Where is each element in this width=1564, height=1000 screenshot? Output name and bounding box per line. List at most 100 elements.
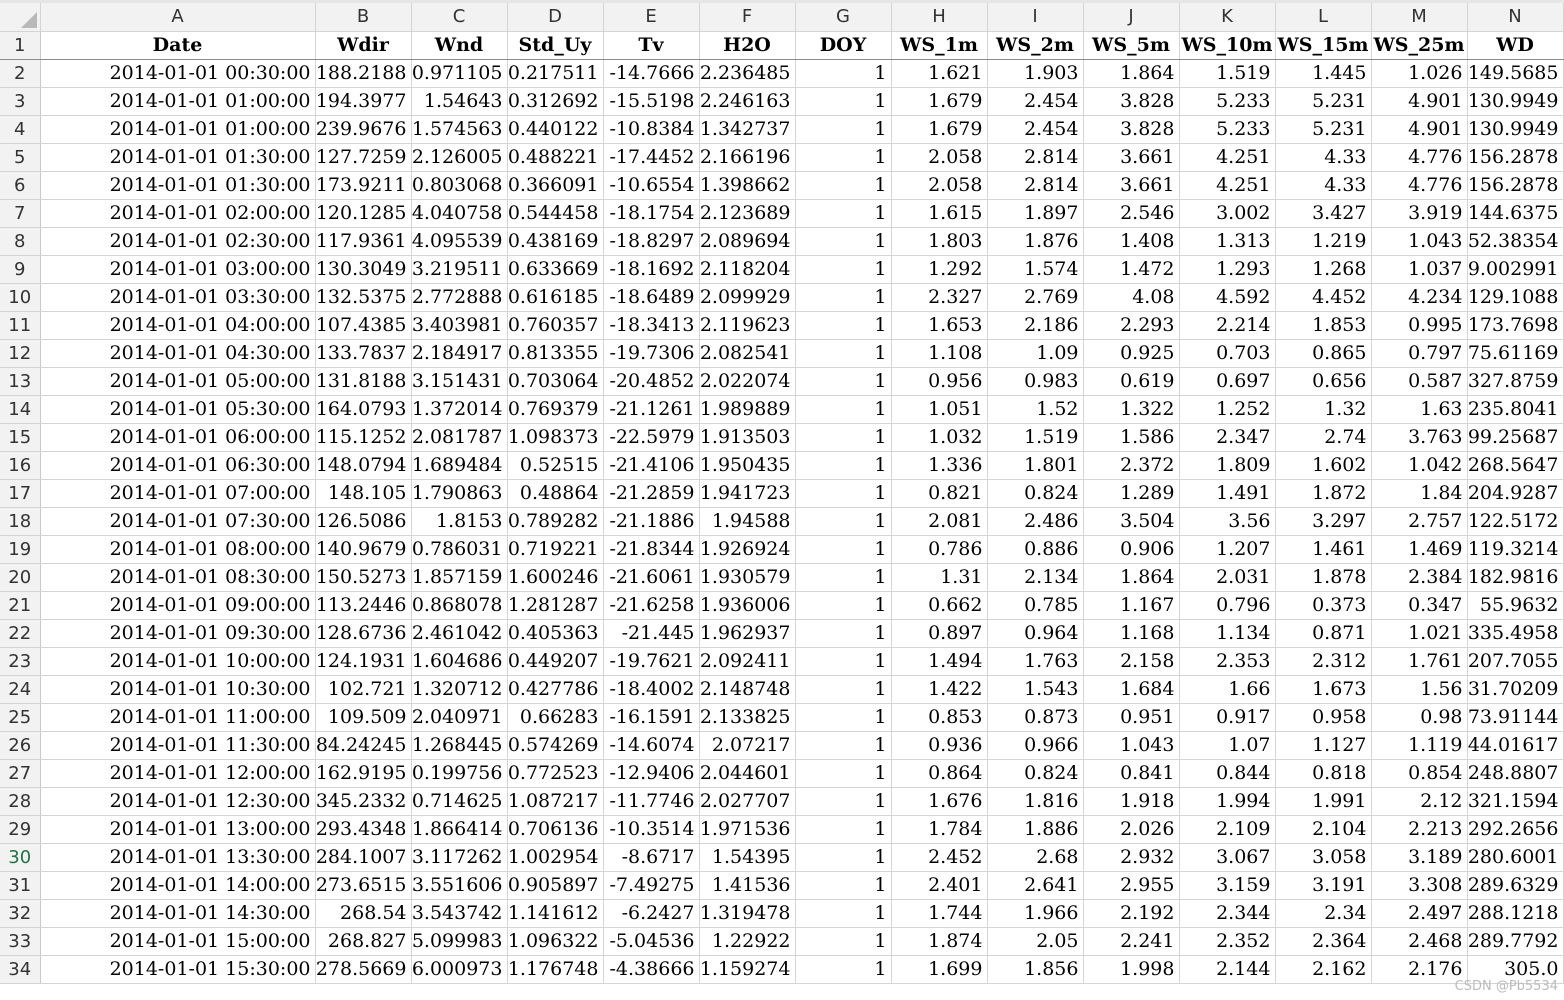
data-cell[interactable]: 0.864 <box>891 759 988 788</box>
data-cell[interactable]: 4.095539 <box>411 227 508 256</box>
data-cell[interactable]: 3.308 <box>1371 871 1468 900</box>
data-cell[interactable]: 0.347 <box>1371 591 1468 620</box>
row-header[interactable]: 28 <box>0 787 41 816</box>
column-header-n[interactable]: N <box>1467 3 1564 32</box>
data-cell[interactable]: 1.320712 <box>411 675 508 704</box>
data-cell[interactable]: -21.2859 <box>603 479 700 508</box>
data-cell[interactable]: 0.373 <box>1275 591 1372 620</box>
data-cell[interactable]: 0.772523 <box>507 759 604 788</box>
data-cell[interactable]: 204.9287 <box>1467 479 1564 508</box>
data-cell[interactable]: 1.043 <box>1083 731 1180 760</box>
data-cell[interactable]: 5.233 <box>1179 115 1276 144</box>
data-cell[interactable]: 2014-01-01 12:30:00 <box>40 787 316 816</box>
data-cell[interactable]: -14.6074 <box>603 731 700 760</box>
data-cell[interactable]: 2.546 <box>1083 199 1180 228</box>
data-cell[interactable]: 1.293 <box>1179 255 1276 284</box>
data-cell[interactable]: 278.5669 <box>315 955 412 984</box>
data-cell[interactable]: 1 <box>795 563 892 592</box>
data-cell[interactable]: 1 <box>795 423 892 452</box>
data-cell[interactable]: 2014-01-01 06:00:00 <box>40 423 316 452</box>
data-cell[interactable]: 0.818 <box>1275 759 1372 788</box>
data-cell[interactable]: 117.9361 <box>315 227 412 256</box>
data-cell[interactable]: 2014-01-01 10:00:00 <box>40 647 316 676</box>
data-cell[interactable]: 1.936006 <box>699 591 796 620</box>
data-cell[interactable]: 2.092411 <box>699 647 796 676</box>
data-cell[interactable]: 288.1218 <box>1467 899 1564 928</box>
header-cell[interactable]: H2O <box>699 31 796 60</box>
data-cell[interactable]: 173.7698 <box>1467 311 1564 340</box>
header-cell[interactable]: Wnd <box>411 31 508 60</box>
data-cell[interactable]: 1.684 <box>1083 675 1180 704</box>
data-cell[interactable]: 0.48864 <box>507 479 604 508</box>
data-cell[interactable]: 1.342737 <box>699 115 796 144</box>
row-header[interactable]: 30 <box>0 843 41 872</box>
data-cell[interactable]: 1.676 <box>891 787 988 816</box>
data-cell[interactable]: -18.3413 <box>603 311 700 340</box>
data-cell[interactable]: 1 <box>795 787 892 816</box>
data-cell[interactable]: 0.488221 <box>507 143 604 172</box>
data-cell[interactable]: 75.61169 <box>1467 339 1564 368</box>
data-cell[interactable]: 3.763 <box>1371 423 1468 452</box>
data-cell[interactable]: 1.84 <box>1371 479 1468 508</box>
data-cell[interactable]: 1 <box>795 675 892 704</box>
data-cell[interactable]: 109.509 <box>315 703 412 732</box>
data-cell[interactable]: 1 <box>795 815 892 844</box>
data-cell[interactable]: 1.543 <box>987 675 1084 704</box>
data-cell[interactable]: 156.2878 <box>1467 143 1564 172</box>
data-cell[interactable]: 0.871 <box>1275 619 1372 648</box>
data-cell[interactable]: 0.616185 <box>507 283 604 312</box>
data-cell[interactable]: 122.5172 <box>1467 507 1564 536</box>
data-cell[interactable]: 1 <box>795 647 892 676</box>
data-cell[interactable]: 2.133825 <box>699 703 796 732</box>
data-cell[interactable]: 2.214 <box>1179 311 1276 340</box>
data-cell[interactable]: 345.2332 <box>315 787 412 816</box>
row-header[interactable]: 24 <box>0 675 41 704</box>
data-cell[interactable]: 2.246163 <box>699 87 796 116</box>
data-cell[interactable]: 2014-01-01 06:30:00 <box>40 451 316 480</box>
data-cell[interactable]: 1.268 <box>1275 255 1372 284</box>
data-cell[interactable]: -22.5979 <box>603 423 700 452</box>
header-cell[interactable]: Wdir <box>315 31 412 60</box>
data-cell[interactable]: 2014-01-01 03:30:00 <box>40 283 316 312</box>
data-cell[interactable]: 2.134 <box>987 563 1084 592</box>
data-cell[interactable]: 2.353 <box>1179 647 1276 676</box>
data-cell[interactable]: 1.168 <box>1083 619 1180 648</box>
data-cell[interactable]: 4.08 <box>1083 283 1180 312</box>
data-cell[interactable]: 9.002991 <box>1467 255 1564 284</box>
data-cell[interactable]: 2014-01-01 00:30:00 <box>40 59 316 88</box>
data-cell[interactable]: 1.398662 <box>699 171 796 200</box>
row-header[interactable]: 18 <box>0 507 41 536</box>
data-cell[interactable]: 0.66283 <box>507 703 604 732</box>
data-cell[interactable]: 113.2446 <box>315 591 412 620</box>
data-cell[interactable]: 2.347 <box>1179 423 1276 452</box>
data-cell[interactable]: -10.6554 <box>603 171 700 200</box>
data-cell[interactable]: 4.901 <box>1371 87 1468 116</box>
data-cell[interactable]: 0.312692 <box>507 87 604 116</box>
row-header[interactable]: 21 <box>0 591 41 620</box>
data-cell[interactable]: 124.1931 <box>315 647 412 676</box>
data-cell[interactable]: 1.445 <box>1275 59 1372 88</box>
data-cell[interactable]: 1.856 <box>987 955 1084 984</box>
data-cell[interactable]: 1.096322 <box>507 927 604 956</box>
data-cell[interactable]: 1.600246 <box>507 563 604 592</box>
data-cell[interactable]: 2.955 <box>1083 871 1180 900</box>
data-cell[interactable]: 2.401 <box>891 871 988 900</box>
data-cell[interactable]: 1.54643 <box>411 87 508 116</box>
data-cell[interactable]: 289.7792 <box>1467 927 1564 956</box>
data-cell[interactable]: 235.8041 <box>1467 395 1564 424</box>
data-cell[interactable]: 289.6329 <box>1467 871 1564 900</box>
data-cell[interactable]: 2.293 <box>1083 311 1180 340</box>
data-cell[interactable]: 2.213 <box>1371 815 1468 844</box>
data-cell[interactable]: 102.721 <box>315 675 412 704</box>
data-cell[interactable]: 2.641 <box>987 871 1084 900</box>
data-cell[interactable]: 2014-01-01 09:00:00 <box>40 591 316 620</box>
header-cell[interactable]: WS_25m <box>1371 31 1468 60</box>
data-cell[interactable]: 1 <box>795 507 892 536</box>
data-cell[interactable]: 31.70209 <box>1467 675 1564 704</box>
data-cell[interactable]: 2.468 <box>1371 927 1468 956</box>
data-cell[interactable]: 1.519 <box>1179 59 1276 88</box>
data-cell[interactable]: 1.098373 <box>507 423 604 452</box>
data-cell[interactable]: -18.6489 <box>603 283 700 312</box>
row-header[interactable]: 6 <box>0 171 41 200</box>
data-cell[interactable]: 1.602 <box>1275 451 1372 480</box>
